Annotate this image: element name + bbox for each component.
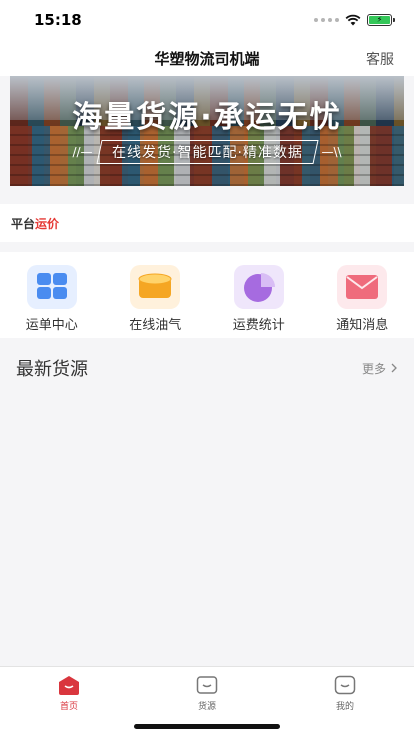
quick-menu: 运单中心 在线油气 运费统计 通知消息 bbox=[0, 252, 414, 338]
status-bar: 15:18 ⚡ bbox=[0, 0, 414, 40]
tab-label: 我的 bbox=[335, 702, 354, 712]
page-title: 华塑物流司机端 bbox=[154, 49, 260, 68]
menu-item-waybill-center[interactable]: 运单中心 bbox=[12, 265, 92, 338]
banner-subline: 在线发货·智能匹配·精准数据 bbox=[111, 145, 303, 161]
customer-service-button[interactable]: 客服 bbox=[366, 49, 394, 69]
banner-subline-box: 在线发货·智能匹配·精准数据 bbox=[95, 140, 319, 164]
pie-chart-icon bbox=[233, 265, 284, 309]
platform-price-highlight: 运价 bbox=[35, 216, 60, 231]
tab-label: 货源 bbox=[197, 702, 216, 712]
status-icons: ⚡ bbox=[314, 14, 395, 26]
home-indicator bbox=[134, 724, 280, 729]
banner-headline: 海量货源·承运无忧 bbox=[72, 100, 342, 135]
grid-icon bbox=[26, 265, 77, 309]
tab-label: 首页 bbox=[59, 702, 78, 712]
tab-profile[interactable]: 我的 bbox=[300, 675, 390, 736]
menu-label: 运单中心 bbox=[25, 318, 78, 333]
chevron-right-icon bbox=[391, 363, 397, 373]
status-time: 15:18 bbox=[34, 11, 82, 29]
platform-price-label: 平台运价 bbox=[11, 216, 60, 231]
nav-bar: 华塑物流司机端 客服 bbox=[0, 40, 414, 76]
menu-item-notifications[interactable]: 通知消息 bbox=[322, 265, 402, 338]
section-title: 最新货源 bbox=[16, 359, 88, 380]
profile-icon bbox=[334, 675, 356, 695]
more-label: 更多 bbox=[361, 361, 386, 376]
menu-label: 运费统计 bbox=[232, 318, 285, 333]
wifi-icon bbox=[345, 14, 361, 26]
menu-label: 在线油气 bbox=[129, 318, 182, 333]
envelope-icon bbox=[337, 265, 388, 309]
promo-banner[interactable]: 海量货源·承运无忧 //— 在线发货·智能匹配·精准数据 —\\ bbox=[10, 76, 404, 186]
cargo-icon bbox=[196, 676, 218, 694]
home-icon bbox=[59, 676, 79, 695]
platform-price-card[interactable]: 平台运价 bbox=[0, 204, 414, 242]
banner-slash-right: —\\ bbox=[321, 145, 342, 159]
banner-subline-row: //— 在线发货·智能匹配·精准数据 —\\ bbox=[40, 140, 374, 164]
menu-item-freight-stats[interactable]: 运费统计 bbox=[219, 265, 299, 338]
menu-item-online-fuel[interactable]: 在线油气 bbox=[115, 265, 195, 338]
fuel-tank-icon bbox=[130, 265, 181, 309]
menu-label: 通知消息 bbox=[336, 318, 389, 333]
banner-slash-left: //— bbox=[72, 145, 93, 159]
more-button[interactable]: 更多 bbox=[362, 360, 398, 377]
battery-charging-icon: ⚡ bbox=[367, 14, 395, 26]
signal-dots-icon bbox=[314, 18, 339, 22]
latest-cargo-header: 最新货源 更多 bbox=[0, 348, 414, 388]
tab-home[interactable]: 首页 bbox=[24, 675, 114, 736]
